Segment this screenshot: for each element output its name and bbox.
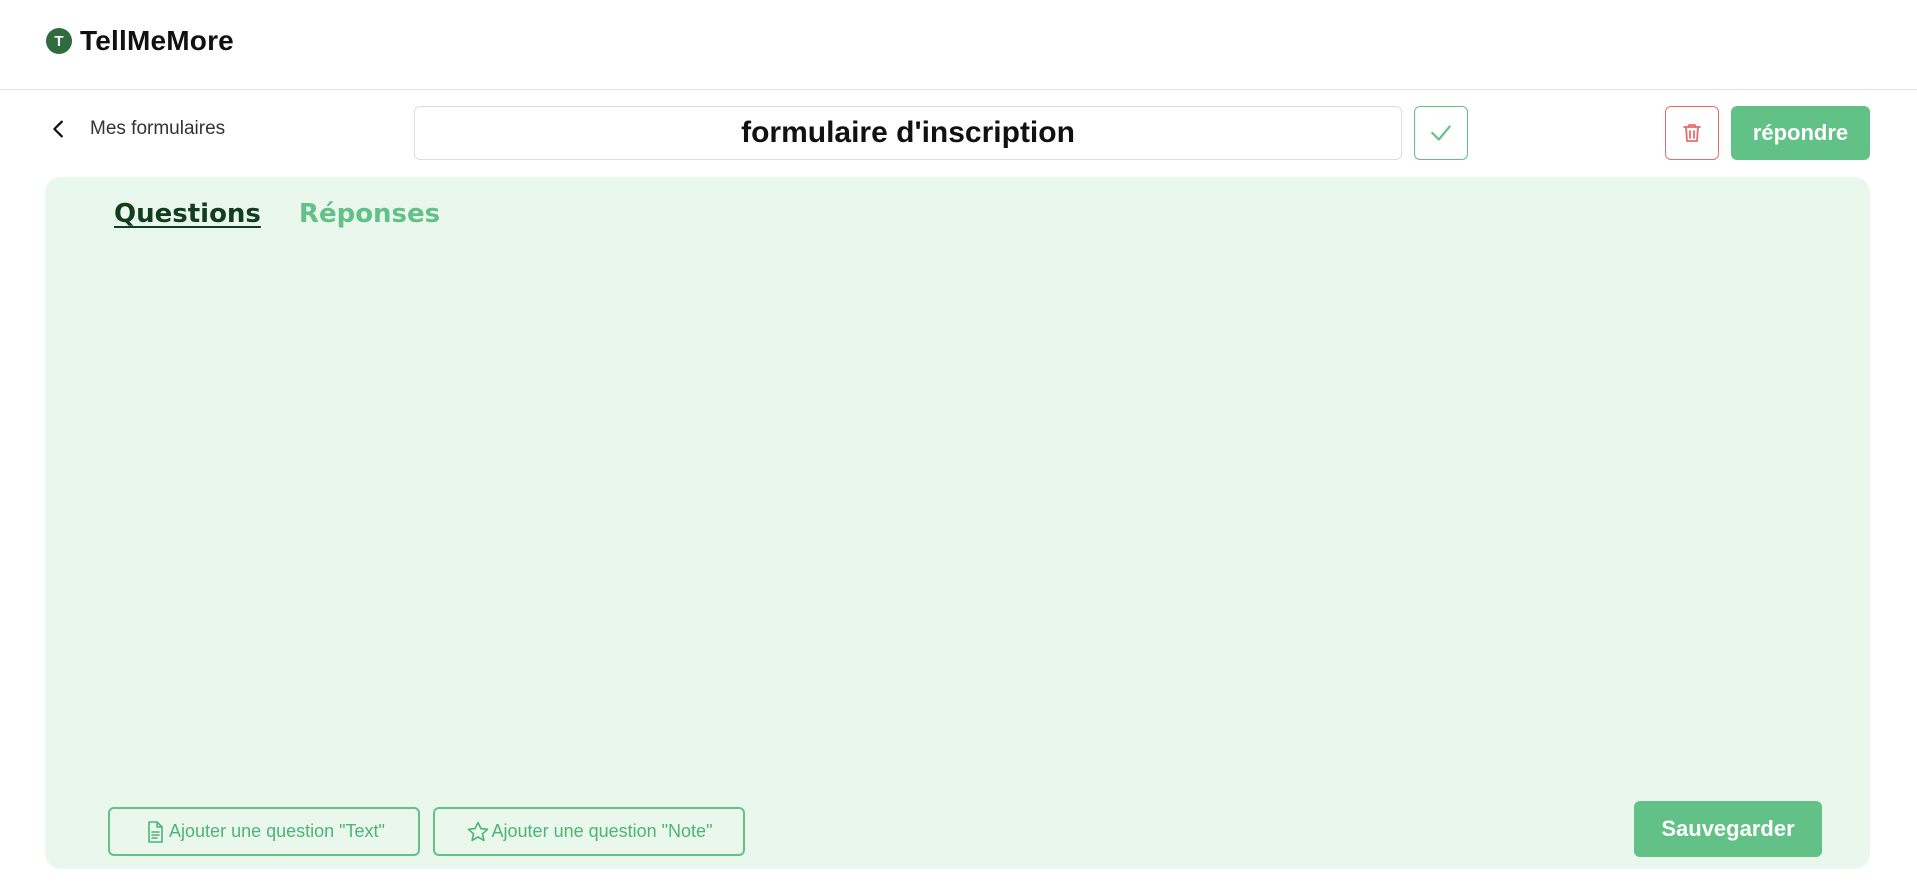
document-icon [148, 820, 163, 843]
top-bar: T TellMeMore [0, 0, 1917, 90]
tab-bar: Questions Réponses [114, 199, 440, 229]
respond-button[interactable]: répondre [1731, 106, 1870, 160]
brand-icon: T [46, 28, 72, 54]
add-note-question-button[interactable]: Ajouter une question "Note" [433, 807, 745, 856]
tab-questions[interactable]: Questions [114, 199, 261, 229]
brand-logo[interactable]: T TellMeMore [46, 25, 234, 57]
chevron-left-icon [53, 120, 63, 138]
back-label: Mes formulaires [90, 118, 226, 139]
add-text-question-label: Ajouter une question "Text" [169, 821, 385, 841]
trash-icon [1683, 124, 1701, 142]
brand-name: TellMeMore [80, 25, 234, 56]
add-text-question-button[interactable]: Ajouter une question "Text" [108, 807, 420, 856]
form-editor-panel: Questions Réponses Ajouter une question … [45, 177, 1870, 869]
tab-responses[interactable]: Réponses [299, 199, 440, 229]
star-icon [467, 821, 488, 841]
form-title-input[interactable] [414, 106, 1402, 160]
save-button[interactable]: Sauvegarder [1634, 801, 1822, 857]
delete-form-button[interactable] [1665, 106, 1719, 160]
confirm-title-button[interactable] [1414, 106, 1468, 160]
back-to-forms-link[interactable]: Mes formulaires [48, 118, 225, 140]
add-note-question-label: Ajouter une question "Note" [491, 821, 713, 841]
check-icon [1431, 125, 1451, 141]
